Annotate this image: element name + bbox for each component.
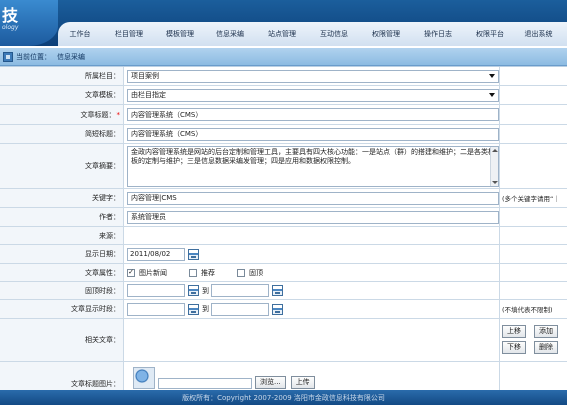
form-row-short-title: 简短标题： 内容管理系统（CMS） <box>0 125 567 144</box>
source-label: 来源： <box>0 227 124 244</box>
title-label: 文章标题： <box>80 110 116 119</box>
recommend-label: 推荐 <box>201 268 215 277</box>
author-label: 作者： <box>0 208 124 226</box>
display-date-input[interactable]: 2011/08/02 <box>127 247 185 261</box>
article-form: 所属栏目： 项目案例 文章模板： 由栏目指定 文章标题： * 内容管理系统（CM… <box>0 66 567 391</box>
column-select-value: 项目案例 <box>131 72 159 80</box>
top-period-end-input[interactable] <box>211 284 269 297</box>
calendar-icon[interactable] <box>272 285 283 296</box>
calendar-icon[interactable] <box>188 285 199 296</box>
nav-item-columns[interactable]: 栏目管理 <box>102 29 156 39</box>
footer: 版权所有：Copyright 2007-2009 洛阳市金政信息科技有限公司 <box>0 390 567 405</box>
nav-item-permissions[interactable]: 权限管理 <box>360 29 412 39</box>
form-row-title-image: 文章标题图片： 浏览... 上传 <box>0 362 567 391</box>
nav-item-operation-log[interactable]: 操作日志 <box>412 29 464 39</box>
summary-textarea[interactable]: 金政内容管理系统是网站的后台定制和管理工具，主要具有四大核心功能：一是站点（群）… <box>127 145 499 187</box>
logo-text: 技 <box>2 6 19 25</box>
location-label: 当前位置： <box>16 52 51 61</box>
column-select[interactable]: 项目案例 <box>127 69 499 83</box>
nav-item-sites[interactable]: 站点管理 <box>256 29 308 39</box>
scroll-down-icon[interactable] <box>492 180 498 184</box>
related-label: 相关文章： <box>0 319 124 361</box>
file-path-input[interactable] <box>158 378 252 389</box>
nav-item-permission-platform[interactable]: 权限平台 <box>464 29 516 39</box>
template-select[interactable]: 由栏目指定 <box>127 88 499 102</box>
checkbox-pin-top[interactable] <box>237 268 245 277</box>
calendar-icon[interactable] <box>188 248 199 260</box>
keywords-input[interactable]: 内容管理|CMS <box>127 191 499 205</box>
form-row-show-period: 文章显示时段： 到 (不填代表不限制) <box>0 300 567 319</box>
summary-scrollbar[interactable] <box>490 146 498 186</box>
short-title-label: 简短标题： <box>0 125 124 143</box>
nav-item-interaction[interactable]: 互动信息 <box>308 29 360 39</box>
form-row-column: 所属栏目： 项目案例 <box>0 67 567 86</box>
move-down-button[interactable]: 下移 <box>502 341 526 354</box>
form-row-keywords: 关键字： 内容管理|CMS (多个关键字请用“｜ <box>0 189 567 208</box>
form-row-related: 相关文章： 上移 下移 添加 删除 <box>0 319 567 362</box>
logo: 技 ology <box>0 0 58 46</box>
required-mark: * <box>116 110 121 119</box>
checkbox-recommend[interactable] <box>189 268 197 277</box>
scroll-up-icon[interactable] <box>492 148 498 152</box>
form-row-source: 来源： <box>0 227 567 245</box>
delete-button[interactable]: 删除 <box>534 341 558 354</box>
main-nav: 工作台 栏目管理 模板管理 信息采编 站点管理 互动信息 权限管理 操作日志 权… <box>58 22 567 46</box>
chevron-down-icon <box>489 93 495 97</box>
keywords-hint: (多个关键字请用“｜ <box>499 189 567 207</box>
title-image-label: 文章标题图片： <box>0 362 124 391</box>
form-row-top-period: 固顶时段： 到 <box>0 282 567 300</box>
template-select-value: 由栏目指定 <box>131 91 166 99</box>
show-period-label: 文章显示时段： <box>0 300 124 318</box>
location-value: 信息采编 <box>57 52 85 61</box>
summary-text: 金政内容管理系统是网站的后台定制和管理工具，主要具有四大核心功能：一是站点（群）… <box>131 147 495 165</box>
summary-label: 文章摘要： <box>0 144 124 188</box>
top-period-label: 固顶时段： <box>0 282 124 299</box>
image-thumbnail-icon <box>133 367 155 389</box>
to-label: 到 <box>202 305 209 313</box>
copyright-text: 版权所有：Copyright 2007-2009 洛阳市金政信息科技有限公司 <box>182 393 385 402</box>
nav-item-info-editing[interactable]: 信息采编 <box>204 29 256 39</box>
picture-news-label: 图片新闻 <box>139 268 167 277</box>
move-up-button[interactable]: 上移 <box>502 325 526 338</box>
form-row-display-date: 显示日期： 2011/08/02 <box>0 245 567 264</box>
short-title-input[interactable]: 内容管理系统（CMS） <box>127 127 499 141</box>
form-row-template: 文章模板： 由栏目指定 <box>0 86 567 105</box>
show-period-hint: (不填代表不限制) <box>499 300 567 318</box>
display-date-label: 显示日期： <box>0 245 124 263</box>
chevron-down-icon <box>489 74 495 78</box>
browse-button[interactable]: 浏览... <box>255 376 286 389</box>
form-row-summary: 文章摘要： 金政内容管理系统是网站的后台定制和管理工具，主要具有四大核心功能：一… <box>0 144 567 189</box>
author-input[interactable]: 系统管理员 <box>127 210 499 224</box>
location-icon <box>3 51 13 62</box>
related-list[interactable] <box>125 319 499 361</box>
form-row-title: 文章标题： * 内容管理系统（CMS） <box>0 105 567 125</box>
to-label: 到 <box>202 286 209 295</box>
calendar-icon[interactable] <box>188 303 199 315</box>
add-button[interactable]: 添加 <box>534 325 558 338</box>
location-bar: 当前位置： 信息采编 <box>0 48 567 66</box>
keywords-label: 关键字： <box>0 189 124 207</box>
pin-top-label: 固顶 <box>249 268 263 277</box>
show-period-start-input[interactable] <box>127 302 185 316</box>
template-label: 文章模板： <box>0 86 124 104</box>
title-input[interactable]: 内容管理系统（CMS） <box>127 108 499 121</box>
form-row-author: 作者： 系统管理员 <box>0 208 567 227</box>
top-period-start-input[interactable] <box>127 284 185 297</box>
attributes-label: 文章属性： <box>0 264 124 281</box>
calendar-icon[interactable] <box>272 303 283 315</box>
nav-item-logout[interactable]: 退出系统 <box>516 29 561 39</box>
checkbox-picture-news[interactable]: ✓ <box>127 268 135 277</box>
nav-item-workbench[interactable]: 工作台 <box>58 29 102 39</box>
form-row-attributes: 文章属性： ✓ 图片新闻 推荐 固顶 <box>0 264 567 282</box>
logo-subtext: ology <box>2 24 19 31</box>
column-label: 所属栏目： <box>0 67 124 85</box>
source-input[interactable] <box>127 229 499 242</box>
upload-button[interactable]: 上传 <box>290 376 315 389</box>
nav-item-templates[interactable]: 模板管理 <box>156 29 204 39</box>
app-header: 技 ology 工作台 栏目管理 模板管理 信息采编 站点管理 互动信息 权限管… <box>0 0 567 46</box>
show-period-end-input[interactable] <box>211 302 269 316</box>
